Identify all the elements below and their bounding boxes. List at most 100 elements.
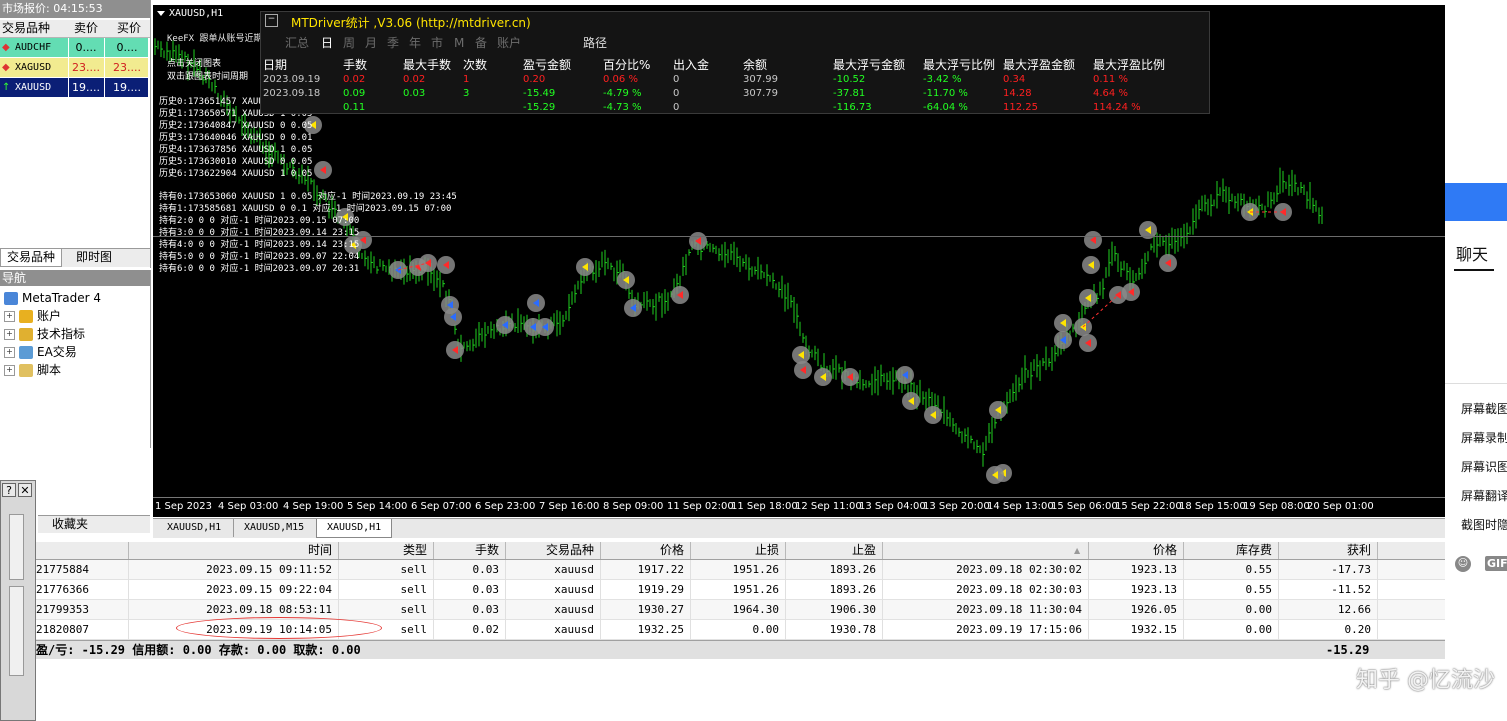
col-ask[interactable]: 买价 xyxy=(117,20,141,37)
stats-cell: 0.02 xyxy=(403,74,426,85)
history-col-header[interactable] xyxy=(883,542,1089,559)
history-col-header[interactable]: 价格 xyxy=(1089,542,1184,559)
stats-tab-month[interactable]: 月 xyxy=(365,34,377,52)
chart-window[interactable]: XAUUSD,H1 KeeFX 跟单从账号近期分析中... 点击关闭图表 双击跟… xyxy=(153,5,1445,517)
menu-item-hide[interactable]: 截图时隐 xyxy=(1461,516,1507,533)
history-col-header[interactable]: 时间 xyxy=(129,542,339,559)
history-col-header[interactable]: 获利 xyxy=(1279,542,1378,559)
history-col-header[interactable]: 价格 xyxy=(601,542,691,559)
trade-marker-icon[interactable] xyxy=(576,258,594,276)
overlay-period-hint[interactable]: 双击跟图表时间周期 xyxy=(167,71,248,83)
emoji-icon[interactable]: ☺ xyxy=(1455,556,1471,572)
history-cell: 2023.09.18 02:30:02 xyxy=(883,560,1089,580)
chart-tab[interactable]: XAUUSD,M15 xyxy=(233,519,314,537)
chart-tab[interactable]: XAUUSD,H1 xyxy=(157,519,231,537)
history-row[interactable]: 21775884 2023.09.15 09:11:52 sell 0.03 xauus… xyxy=(36,560,1445,580)
trade-marker-icon[interactable] xyxy=(1054,331,1072,349)
trade-marker-icon[interactable] xyxy=(989,401,1007,419)
trade-marker-icon[interactable] xyxy=(671,286,689,304)
trade-marker-icon[interactable] xyxy=(1159,254,1177,272)
menu-item-screenshot[interactable]: 屏幕截图 xyxy=(1461,400,1507,417)
market-row-audchf[interactable]: ◆ AUDCHF 0.... 0.... xyxy=(0,38,148,58)
gif-button[interactable]: GIF xyxy=(1485,556,1507,571)
scrollbar[interactable] xyxy=(9,514,24,580)
trade-marker-icon[interactable] xyxy=(444,308,462,326)
stats-tab-m[interactable]: M xyxy=(454,34,464,52)
menu-item-record[interactable]: 屏幕录制 xyxy=(1461,429,1507,446)
scrollbar[interactable] xyxy=(9,586,24,676)
trade-marker-icon[interactable] xyxy=(624,299,642,317)
minimize-button[interactable]: − xyxy=(265,14,278,27)
trade-marker-icon[interactable] xyxy=(924,406,942,424)
tab-tick-chart[interactable]: 即时图 xyxy=(70,249,118,266)
trade-marker-icon[interactable] xyxy=(841,368,859,386)
stats-tab-day[interactable]: 日 xyxy=(321,34,333,52)
stats-tab-summary[interactable]: 汇总 xyxy=(285,34,309,52)
history-cell: 0.00 xyxy=(1184,600,1279,620)
trade-marker-icon[interactable] xyxy=(902,392,920,410)
col-bid[interactable]: 卖价 xyxy=(74,20,98,37)
stats-cell: -4.79 % xyxy=(603,88,642,99)
close-button[interactable]: ✕ xyxy=(18,483,32,497)
holding-line: 持有0:173653060 XAUUSD 1 0.05 对应-1 时间2023.… xyxy=(159,192,457,202)
trade-marker-icon[interactable] xyxy=(1084,231,1102,249)
expand-icon[interactable]: + xyxy=(4,311,15,322)
trade-marker-icon[interactable] xyxy=(536,318,554,336)
nav-item-accounts[interactable]: + 账户 xyxy=(4,307,61,325)
history-col-header[interactable]: 交易品种 xyxy=(506,542,601,559)
menu-item-translate[interactable]: 屏幕翻译 xyxy=(1461,487,1507,504)
trade-marker-icon[interactable] xyxy=(617,271,635,289)
stats-tab-quarter[interactable]: 季 xyxy=(387,34,399,52)
stats-cell: 0.11 % xyxy=(1093,74,1128,85)
trade-marker-icon[interactable] xyxy=(1079,289,1097,307)
expand-icon[interactable]: + xyxy=(4,365,15,376)
trade-marker-icon[interactable] xyxy=(446,341,464,359)
trade-marker-icon[interactable] xyxy=(1082,256,1100,274)
history-col-header[interactable]: 类型 xyxy=(339,542,434,559)
x-tick-label: 4 Sep 03:00 xyxy=(218,501,279,512)
market-row-xagusd[interactable]: ◆ XAGUSD 23.... 23.... xyxy=(0,58,148,78)
stats-tab-year[interactable]: 年 xyxy=(409,34,421,52)
help-button[interactable]: ? xyxy=(2,483,16,497)
trade-marker-icon[interactable] xyxy=(314,161,332,179)
trade-marker-icon[interactable] xyxy=(496,316,514,334)
chart-tab-active[interactable]: XAUUSD,H1 xyxy=(316,519,393,538)
menu-item-recognize[interactable]: 屏幕识图 xyxy=(1461,458,1507,475)
trade-marker-icon[interactable] xyxy=(1122,283,1140,301)
trade-marker-icon[interactable] xyxy=(986,466,1004,484)
col-order[interactable] xyxy=(36,542,129,559)
stats-tab-week[interactable]: 周 xyxy=(343,34,355,52)
nav-root-metatrader[interactable]: MetaTrader 4 xyxy=(4,289,101,307)
expand-icon[interactable]: + xyxy=(4,329,15,340)
history-col-header[interactable]: 库存费 xyxy=(1184,542,1279,559)
trade-marker-icon[interactable] xyxy=(437,256,455,274)
trade-marker-icon[interactable] xyxy=(896,366,914,384)
expand-icon[interactable]: + xyxy=(4,347,15,358)
x-tick-label: 12 Sep 11:00 xyxy=(795,501,862,512)
nav-item-indicators[interactable]: + 技术指标 xyxy=(4,325,85,343)
overlay-close-hint[interactable]: 点击关闭图表 xyxy=(167,58,221,70)
nav-item-expert-advisors[interactable]: + EA交易 xyxy=(4,343,77,361)
history-col-header[interactable]: 止盈 xyxy=(786,542,883,559)
chart-menu-icon[interactable] xyxy=(157,10,165,16)
col-symbol[interactable]: 交易品种 xyxy=(2,20,50,37)
history-col-header[interactable]: 止损 xyxy=(691,542,786,559)
history-row[interactable]: 21776366 2023.09.15 09:22:04 sell 0.03 xauus… xyxy=(36,580,1445,600)
trade-marker-icon[interactable] xyxy=(527,294,545,312)
stats-tab-route[interactable]: 路径 xyxy=(583,34,607,52)
trade-marker-icon[interactable] xyxy=(1054,314,1072,332)
market-row-xauusd[interactable]: ↑ XAUUSD 19.... 19.... xyxy=(0,78,148,98)
trade-marker-icon[interactable] xyxy=(689,232,707,250)
sort-arrow-icon[interactable]: ▲ xyxy=(1074,542,1080,559)
tab-favorites[interactable]: 收藏夹 xyxy=(46,516,94,533)
tab-symbols[interactable]: 交易品种 xyxy=(0,249,63,267)
nav-item-scripts[interactable]: + 脚本 xyxy=(4,361,61,379)
stats-tab-account[interactable]: 账户 xyxy=(497,34,521,52)
stats-tab-market[interactable]: 市 xyxy=(431,34,443,52)
chat-tab[interactable]: 聊天 xyxy=(1456,241,1488,265)
trade-marker-icon[interactable] xyxy=(1079,334,1097,352)
trade-marker-icon[interactable] xyxy=(794,361,812,379)
stats-tab-backup[interactable]: 备 xyxy=(475,34,487,52)
trade-marker-icon[interactable] xyxy=(814,368,832,386)
history-col-header[interactable]: 手数 xyxy=(434,542,506,559)
